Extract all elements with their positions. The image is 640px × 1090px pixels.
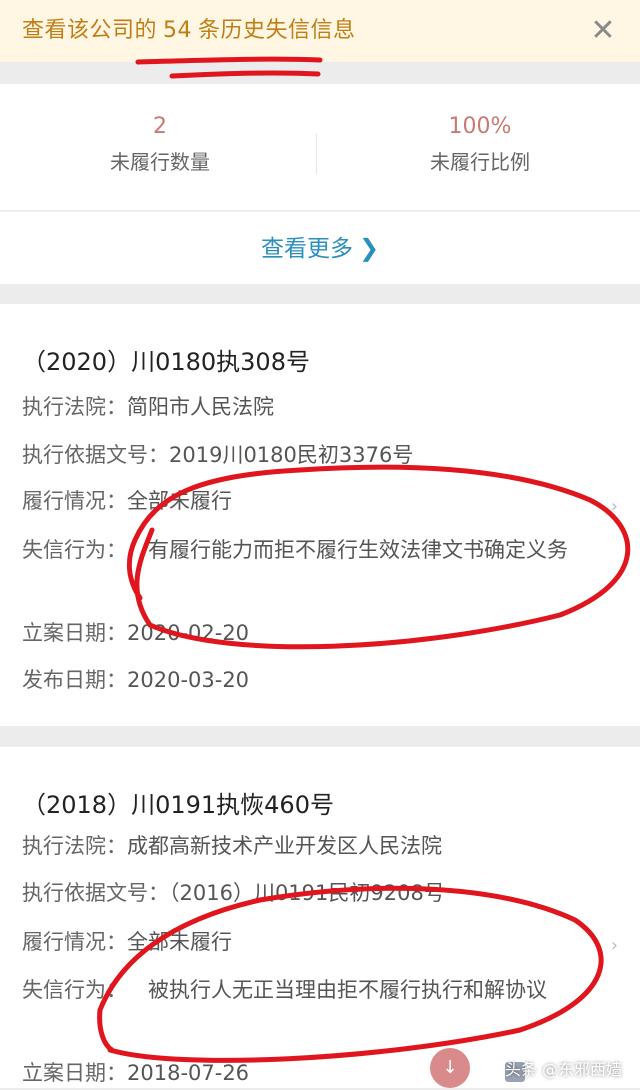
published-value: 2020-03-20 <box>127 668 250 692</box>
case-card[interactable]: （2020）川0180执308号 执行法院：简阳市人民法院 执行依据文号：201… <box>0 304 640 726</box>
published-label: 发布日期： <box>22 668 127 692</box>
case-published-row: 发布日期：2020-03-20 <box>22 663 249 697</box>
close-icon[interactable]: ✕ <box>586 14 620 48</box>
status-label: 履行情况： <box>22 489 127 513</box>
banner-prefix: 查看该公司的 <box>22 18 158 43</box>
unfulfilled-ratio-stat: 100% 未履行比例 <box>320 112 640 175</box>
case-basis-row: 执行依据文号：（2016）川0191民初9208号 <box>22 876 445 910</box>
court-value: 成都高新技术产业开发区人民法院 <box>127 834 442 858</box>
chevron-right-icon: › <box>610 496 618 517</box>
case-court-row: 执行法院：成都高新技术产业开发区人民法院 <box>22 829 442 863</box>
view-more-label: 查看更多 <box>260 236 353 262</box>
basis-label: 执行依据文号： <box>22 881 169 905</box>
case-filed-row: 立案日期：2020-02-20 <box>22 616 249 650</box>
download-icon[interactable]: ↓ <box>430 1048 470 1088</box>
case-behavior-row: 失信行为： 被执行人无正当理由拒不履行执行和解协议 <box>22 973 602 1007</box>
basis-value: （2016）川0191民初9208号 <box>169 881 445 905</box>
banner-count: 54 <box>163 18 193 43</box>
unfulfilled-ratio-value: 100% <box>448 114 512 139</box>
case-status-row: 履行情况：全部未履行 <box>22 925 232 959</box>
banner-suffix: 条历史失信信息 <box>198 18 356 43</box>
banner-underline-annotation <box>169 70 321 79</box>
filed-value: 2020-02-20 <box>127 621 250 645</box>
behavior-value: 有履行能力而拒不履行生效法律文书确定义务 <box>148 538 568 562</box>
court-label: 执行法院： <box>22 395 127 419</box>
court-label: 执行法院： <box>22 834 127 858</box>
case-number: （2018）川0191执恢460号 <box>22 791 334 819</box>
watermark: 头条 @东邪西嫱 <box>504 1060 622 1079</box>
case-status-row: 履行情况：全部未履行 <box>22 484 232 518</box>
status-value: 全部未履行 <box>127 489 232 513</box>
basis-value: 2019川0180民初3376号 <box>169 443 414 467</box>
behavior-label: 失信行为： <box>22 538 127 562</box>
chevron-right-icon: › <box>610 935 618 956</box>
unfulfilled-count-label: 未履行数量 <box>110 150 210 174</box>
history-credit-banner[interactable]: 查看该公司的 54 条历史失信信息 <box>0 0 640 62</box>
basis-label: 执行依据文号： <box>22 443 169 467</box>
court-value: 简阳市人民法院 <box>127 395 274 419</box>
filed-label: 立案日期： <box>22 1061 127 1085</box>
case-number: （2020）川0180执308号 <box>22 348 310 376</box>
unfulfilled-count-stat: 2 未履行数量 <box>0 112 320 175</box>
case-court-row: 执行法院：简阳市人民法院 <box>22 390 274 424</box>
chevron-right-icon: ❯ <box>358 234 380 262</box>
status-label: 履行情况： <box>22 930 127 954</box>
filed-label: 立案日期： <box>22 621 127 645</box>
stats-panel: 2 未履行数量 100% 未履行比例 <box>0 84 640 210</box>
behavior-value: 被执行人无正当理由拒不履行执行和解协议 <box>148 978 547 1002</box>
case-basis-row: 执行依据文号：2019川0180民初3376号 <box>22 438 413 472</box>
filed-value: 2018-07-26 <box>127 1061 250 1085</box>
case-card[interactable]: （2018）川0191执恢460号 执行法院：成都高新技术产业开发区人民法院 执… <box>0 747 640 1088</box>
stats-divider <box>316 134 317 174</box>
case-behavior-row: 失信行为： 有履行能力而拒不履行生效法律文书确定义务 <box>22 533 602 567</box>
view-more-link[interactable]: 查看更多 ❯ <box>0 211 640 284</box>
behavior-label: 失信行为： <box>22 978 127 1002</box>
unfulfilled-count-value: 2 <box>153 114 167 139</box>
unfulfilled-ratio-label: 未履行比例 <box>430 150 530 174</box>
case-filed-row: 立案日期：2018-07-26 <box>22 1056 249 1090</box>
status-value: 全部未履行 <box>127 930 232 954</box>
